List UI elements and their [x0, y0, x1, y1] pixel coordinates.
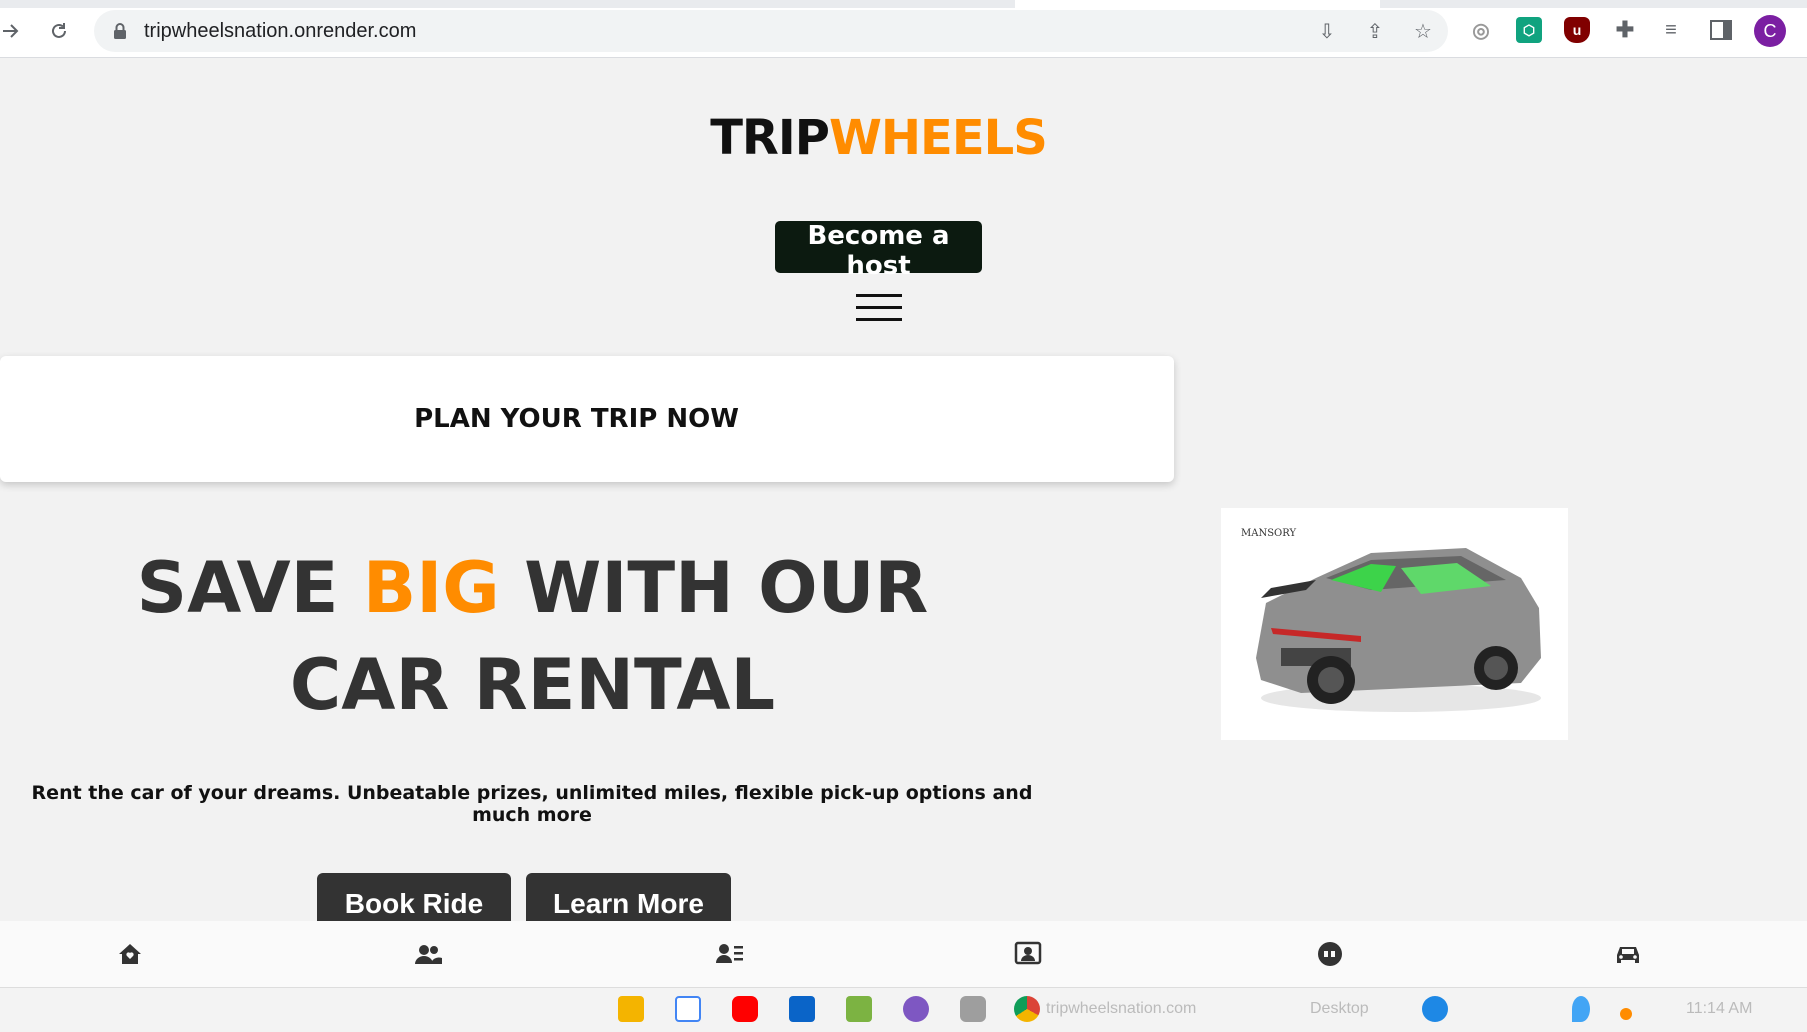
- lock-icon: [114, 23, 126, 39]
- profile-avatar[interactable]: C: [1754, 15, 1786, 47]
- hero-tagline: Rent the car of your dreams. Unbeatable …: [31, 782, 1033, 826]
- address-bar[interactable]: tripwheelsnation.onrender.com ⇩ ⇪ ☆: [94, 10, 1448, 52]
- site-logo[interactable]: TRIPWHEELS: [0, 110, 1757, 166]
- office-icon[interactable]: [903, 996, 929, 1022]
- clock[interactable]: 11:14 AM: [1686, 1000, 1752, 1018]
- plan-trip-card[interactable]: PLAN YOUR TRIP NOW: [0, 356, 1174, 482]
- file-explorer-icon[interactable]: [618, 996, 644, 1022]
- reload-icon[interactable]: [42, 14, 76, 48]
- url-text[interactable]: tripwheelsnation.onrender.com: [144, 20, 416, 43]
- users-icon[interactable]: [414, 941, 442, 967]
- plan-trip-title: PLAN YOUR TRIP NOW: [414, 404, 739, 434]
- tab-strip: [0, 0, 1807, 8]
- chrome-window-title[interactable]: tripwheelsnation.com: [1046, 1000, 1196, 1018]
- car-icon[interactable]: [1614, 941, 1642, 967]
- car-image-brand: MANSORY: [1241, 528, 1297, 539]
- notification-dot-icon: [1620, 1008, 1632, 1020]
- desktop-label[interactable]: Desktop: [1310, 1000, 1369, 1018]
- side-panel-icon[interactable]: [1708, 17, 1734, 43]
- bottom-navigation: [0, 921, 1807, 987]
- suv-illustration: [1256, 548, 1541, 712]
- water-drop-icon[interactable]: [1572, 996, 1590, 1022]
- youtube-icon[interactable]: [732, 996, 758, 1022]
- database-icon[interactable]: [960, 996, 986, 1022]
- hamburger-menu-icon[interactable]: [856, 292, 902, 322]
- install-app-icon[interactable]: ⇩: [1314, 20, 1340, 42]
- chatgpt-extension-icon[interactable]: ⬡: [1516, 17, 1542, 43]
- os-taskbar: tripwheelsnation.com Desktop 11:14 AM: [0, 987, 1807, 1032]
- mail-icon[interactable]: [789, 996, 815, 1022]
- contact-icon[interactable]: [1014, 941, 1042, 967]
- chrome-taskbar-icon[interactable]: [1014, 996, 1040, 1022]
- browser-toolbar: tripwheelsnation.onrender.com ⇩ ⇪ ☆ ◎ ⬡ …: [0, 0, 1807, 58]
- user-list-icon[interactable]: [716, 941, 744, 967]
- media-queue-icon[interactable]: ≡: [1658, 17, 1684, 43]
- money-icon[interactable]: [846, 996, 872, 1022]
- store-icon[interactable]: [675, 996, 701, 1022]
- extensions-puzzle-icon[interactable]: ✚: [1612, 17, 1638, 43]
- forward-icon[interactable]: [0, 14, 28, 48]
- hero-heading: SAVE BIG WITH OUR CAR RENTAL: [60, 540, 1005, 734]
- active-tab[interactable]: [1015, 0, 1380, 8]
- car-image: MANSORY: [1221, 508, 1568, 740]
- logo-wheels: WHEELS: [828, 110, 1048, 166]
- hero-highlight: BIG: [362, 547, 500, 629]
- bookmark-star-icon[interactable]: ☆: [1410, 20, 1436, 42]
- become-host-button[interactable]: Become a host: [775, 221, 982, 281]
- chat-icon[interactable]: [1316, 941, 1344, 967]
- home-icon[interactable]: [116, 941, 144, 967]
- help-icon[interactable]: [1422, 996, 1448, 1022]
- share-icon[interactable]: ⇪: [1362, 20, 1388, 42]
- ublock-origin-icon[interactable]: u: [1564, 17, 1590, 43]
- hero-text-start: SAVE: [136, 547, 363, 629]
- logo-trip: TRIP: [710, 110, 830, 166]
- tracking-extension-icon[interactable]: ◎: [1468, 17, 1494, 43]
